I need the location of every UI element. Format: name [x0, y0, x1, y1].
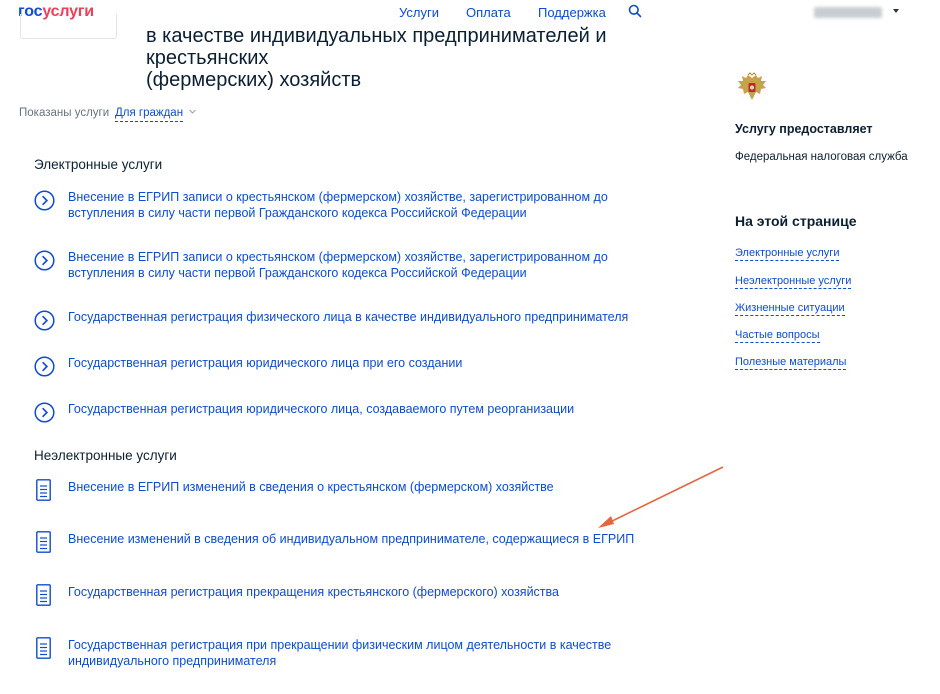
title-image-placeholder — [20, 14, 117, 39]
service-link-line: индивидуального предпринимателя — [68, 654, 277, 668]
chevron-circle-icon — [34, 190, 55, 211]
service-item[interactable]: Внесение в ЕГРИП записи о крестьянском (… — [34, 189, 674, 225]
service-link[interactable]: Внесение в ЕГРИП записи о крестьянском (… — [68, 249, 668, 281]
sidebar-link-useful-materials[interactable]: Полезные материалы — [735, 356, 847, 370]
chevron-down-icon[interactable] — [188, 107, 197, 116]
top-navigation-bar: госуслуги Услуги Оплата Поддержка — [0, 0, 940, 26]
service-item[interactable]: Внесение в ЕГРИП изменений в сведения о … — [34, 479, 674, 515]
document-icon — [36, 637, 51, 659]
document-icon — [36, 584, 51, 606]
service-link[interactable]: Внесение в ЕГРИП записи о крестьянском (… — [68, 189, 668, 221]
nav-link-payment[interactable]: Оплата — [466, 5, 511, 20]
page-title: в качестве индивидуальных предпринимател… — [146, 25, 706, 91]
section-heading-non-electronic: Неэлектронные услуги — [34, 448, 177, 463]
provider-heading: Услугу предоставляет — [735, 122, 873, 136]
service-link[interactable]: Государственная регистрация юридического… — [68, 401, 668, 417]
service-link[interactable]: Государственная регистрация физического … — [68, 309, 668, 325]
russia-coat-of-arms-icon — [738, 72, 766, 100]
page-title-line-1: в качестве индивидуальных предпринимател… — [146, 25, 607, 69]
page-title-line-2: (фермерских) хозяйств — [146, 69, 362, 91]
chevron-circle-icon — [34, 356, 55, 377]
service-link[interactable]: Государственная регистрация юридического… — [68, 355, 668, 371]
on-page-heading: На этой странице — [735, 213, 857, 229]
user-menu-caret-icon[interactable] — [893, 9, 899, 13]
nav-link-services[interactable]: Услуги — [399, 5, 439, 20]
provider-name: Федеральная налоговая служба — [735, 151, 908, 163]
chevron-circle-icon — [34, 310, 55, 331]
service-item[interactable]: Государственная регистрация юридического… — [34, 401, 674, 437]
service-link[interactable]: Государственная регистрация при прекраще… — [68, 637, 668, 669]
shown-services-label: Показаны услуги — [19, 107, 110, 119]
sidebar-link-electronic[interactable]: Электронные услуги — [735, 247, 840, 261]
service-link-line: Внесение в ЕГРИП записи о крестьянском (… — [68, 250, 608, 264]
service-link-line: вступления в силу части первой Гражданск… — [68, 206, 527, 220]
service-link-line: вступления в силу части первой Гражданск… — [68, 266, 527, 280]
document-icon — [36, 531, 51, 553]
sidebar-link-non-electronic[interactable]: Неэлектронные услуги — [735, 275, 852, 289]
section-heading-electronic: Электронные услуги — [34, 157, 163, 172]
sidebar-link-faq[interactable]: Частые вопросы — [735, 329, 820, 343]
document-icon — [36, 479, 51, 501]
service-item[interactable]: Внесение в ЕГРИП записи о крестьянском (… — [34, 249, 674, 285]
service-item[interactable]: Государственная регистрация юридического… — [34, 355, 674, 391]
service-link[interactable]: Внесение изменений в сведения об индивид… — [68, 531, 668, 547]
user-name-blurred[interactable] — [814, 7, 882, 18]
service-link-line: Внесение в ЕГРИП записи о крестьянском (… — [68, 190, 608, 204]
service-item[interactable]: Государственная регистрация при прекраще… — [34, 637, 674, 673]
service-link[interactable]: Внесение в ЕГРИП изменений в сведения о … — [68, 479, 668, 495]
chevron-circle-icon — [34, 250, 55, 271]
service-link[interactable]: Государственная регистрация прекращения … — [68, 584, 668, 600]
nav-link-support[interactable]: Поддержка — [538, 5, 606, 20]
service-item[interactable]: Государственная регистрация прекращения … — [34, 584, 674, 620]
chevron-circle-icon — [34, 402, 55, 423]
audience-select[interactable]: Для граждан — [115, 107, 184, 122]
service-link-line: Государственная регистрация при прекраще… — [68, 638, 612, 652]
sidebar-link-life-situations[interactable]: Жизненные ситуации — [735, 302, 845, 316]
search-icon[interactable] — [628, 4, 642, 18]
service-item[interactable]: Государственная регистрация физического … — [34, 309, 674, 345]
service-item[interactable]: Внесение изменений в сведения об индивид… — [34, 531, 674, 567]
